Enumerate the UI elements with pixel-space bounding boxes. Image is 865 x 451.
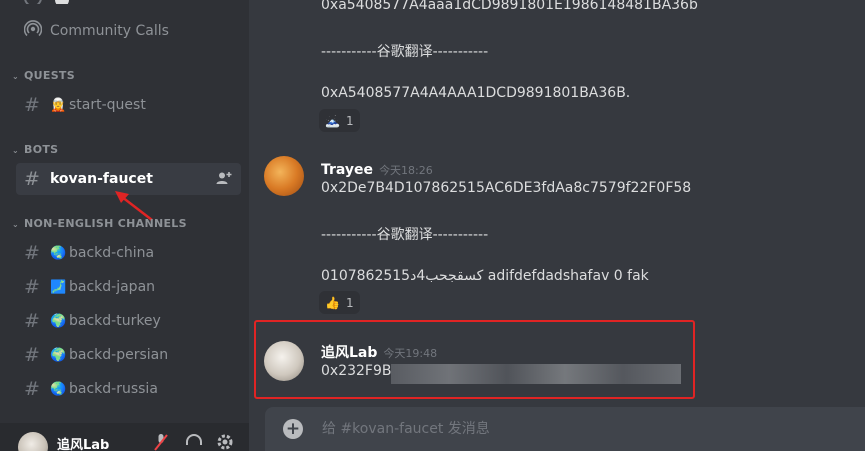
add-attachment-icon[interactable]: + <box>283 419 303 439</box>
globe-europe-icon: 🌍 <box>50 313 67 329</box>
timestamp: 今天19:48 <box>383 347 438 360</box>
channel-community-calls[interactable]: Community Calls <box>16 15 241 47</box>
message-header: 追风Lab 今天19:48 <box>321 342 437 362</box>
channel-label: backd-china <box>69 245 155 261</box>
hash-icon: # <box>24 168 40 190</box>
globe-asia-icon: 🌏 <box>50 245 67 261</box>
channel-label: start-quest <box>69 97 146 113</box>
channel-label: Community Calls <box>50 23 169 39</box>
reaction-count: 1 <box>345 295 354 310</box>
hash-icon: # <box>24 94 40 116</box>
user-avatar[interactable] <box>264 341 304 381</box>
thumbs-up-emoji-icon: 👍 <box>325 295 340 310</box>
channel-label: backd-russia <box>69 381 158 397</box>
user-avatar[interactable] <box>18 432 48 451</box>
channel-label: kovan-faucet <box>50 171 153 187</box>
trayee-avatar[interactable] <box>264 156 304 196</box>
channel-backd-persian[interactable]: # 🌍 backd-persian <box>16 339 241 371</box>
chevron-down-icon: ⌄ <box>12 146 20 155</box>
message-text: 0x232F9B <box>321 363 392 379</box>
timestamp: 今天18:26 <box>379 164 433 177</box>
message-input[interactable] <box>320 420 804 438</box>
channel-start-quest[interactable]: # 🧝 start-quest <box>16 89 241 121</box>
mountain-emoji-icon: 🗻 <box>325 113 340 128</box>
headphones-icon[interactable] <box>185 433 203 451</box>
channel-label: backd-japan <box>69 279 156 295</box>
message-area: 0xa5408577A4aaa1dCD9891801E1986148481BA3… <box>249 0 865 451</box>
message-header: Trayee 今天18:26 <box>321 159 433 178</box>
japan-map-icon: 🗾 <box>50 279 67 295</box>
channel-sidebar: Community Calls ⌄ QUESTS # 🧝 start-quest … <box>0 0 249 451</box>
message-text: -----------谷歌翻译----------- <box>321 227 489 243</box>
chevron-down-icon: ⌄ <box>12 72 20 81</box>
globe-europe-icon: 🌍 <box>50 347 67 363</box>
author-name[interactable]: Trayee <box>321 162 373 178</box>
message-text: 0x2De7B4D107862515AC6DE3fdAa8c7579f22F0F… <box>321 180 692 196</box>
hash-icon: # <box>24 310 40 332</box>
channel-backd-russia[interactable]: # 🌏 backd-russia <box>16 373 241 405</box>
message-text: 0xa5408577A4aaa1dCD9891801E1986148481BA3… <box>321 0 698 13</box>
user-panel: 追风Lab <box>0 423 249 451</box>
redacted-address <box>391 364 681 384</box>
channel-label: backd-persian <box>69 347 169 363</box>
invite-icon[interactable] <box>216 171 232 189</box>
chevron-down-icon: ⌄ <box>12 220 20 229</box>
hash-icon: # <box>24 276 40 298</box>
mute-microphone-icon[interactable] <box>153 433 169 451</box>
category-quests[interactable]: ⌄ QUESTS <box>12 69 75 82</box>
elf-emoji-icon: 🧝 <box>50 97 67 113</box>
channel-backd-turkey[interactable]: # 🌍 backd-turkey <box>16 305 241 337</box>
message-composer: + <box>265 407 865 451</box>
hash-icon: # <box>24 378 40 400</box>
globe-asia-icon: 🌏 <box>50 381 67 397</box>
message-text: -----------谷歌翻译----------- <box>321 44 489 60</box>
settings-gear-icon[interactable] <box>215 432 235 451</box>
stage-icon <box>23 19 50 43</box>
message-text: 0107862515كسقجحب4د adifdefdadshafav 0 fa… <box>321 268 649 284</box>
lounge-channel-partial[interactable] <box>24 0 104 4</box>
message-text: 0xA5408577A4A4AAA1DCD9891801BA36B. <box>321 85 631 101</box>
author-name[interactable]: 追风Lab <box>321 345 377 361</box>
channel-backd-china[interactable]: # 🌏 backd-china <box>16 237 241 269</box>
category-non-english[interactable]: ⌄ NON-ENGLISH CHANNELS <box>12 217 187 230</box>
hash-icon: # <box>24 344 40 366</box>
reaction-button[interactable]: 👍 1 <box>319 291 360 314</box>
channel-label: backd-turkey <box>69 313 161 329</box>
hash-icon: # <box>24 242 40 264</box>
channel-backd-japan[interactable]: # 🗾 backd-japan <box>16 271 241 303</box>
reaction-count: 1 <box>345 113 354 128</box>
category-bots[interactable]: ⌄ BOTS <box>12 143 58 156</box>
reaction-button[interactable]: 🗻 1 <box>319 109 360 132</box>
username: 追风Lab <box>57 438 110 451</box>
